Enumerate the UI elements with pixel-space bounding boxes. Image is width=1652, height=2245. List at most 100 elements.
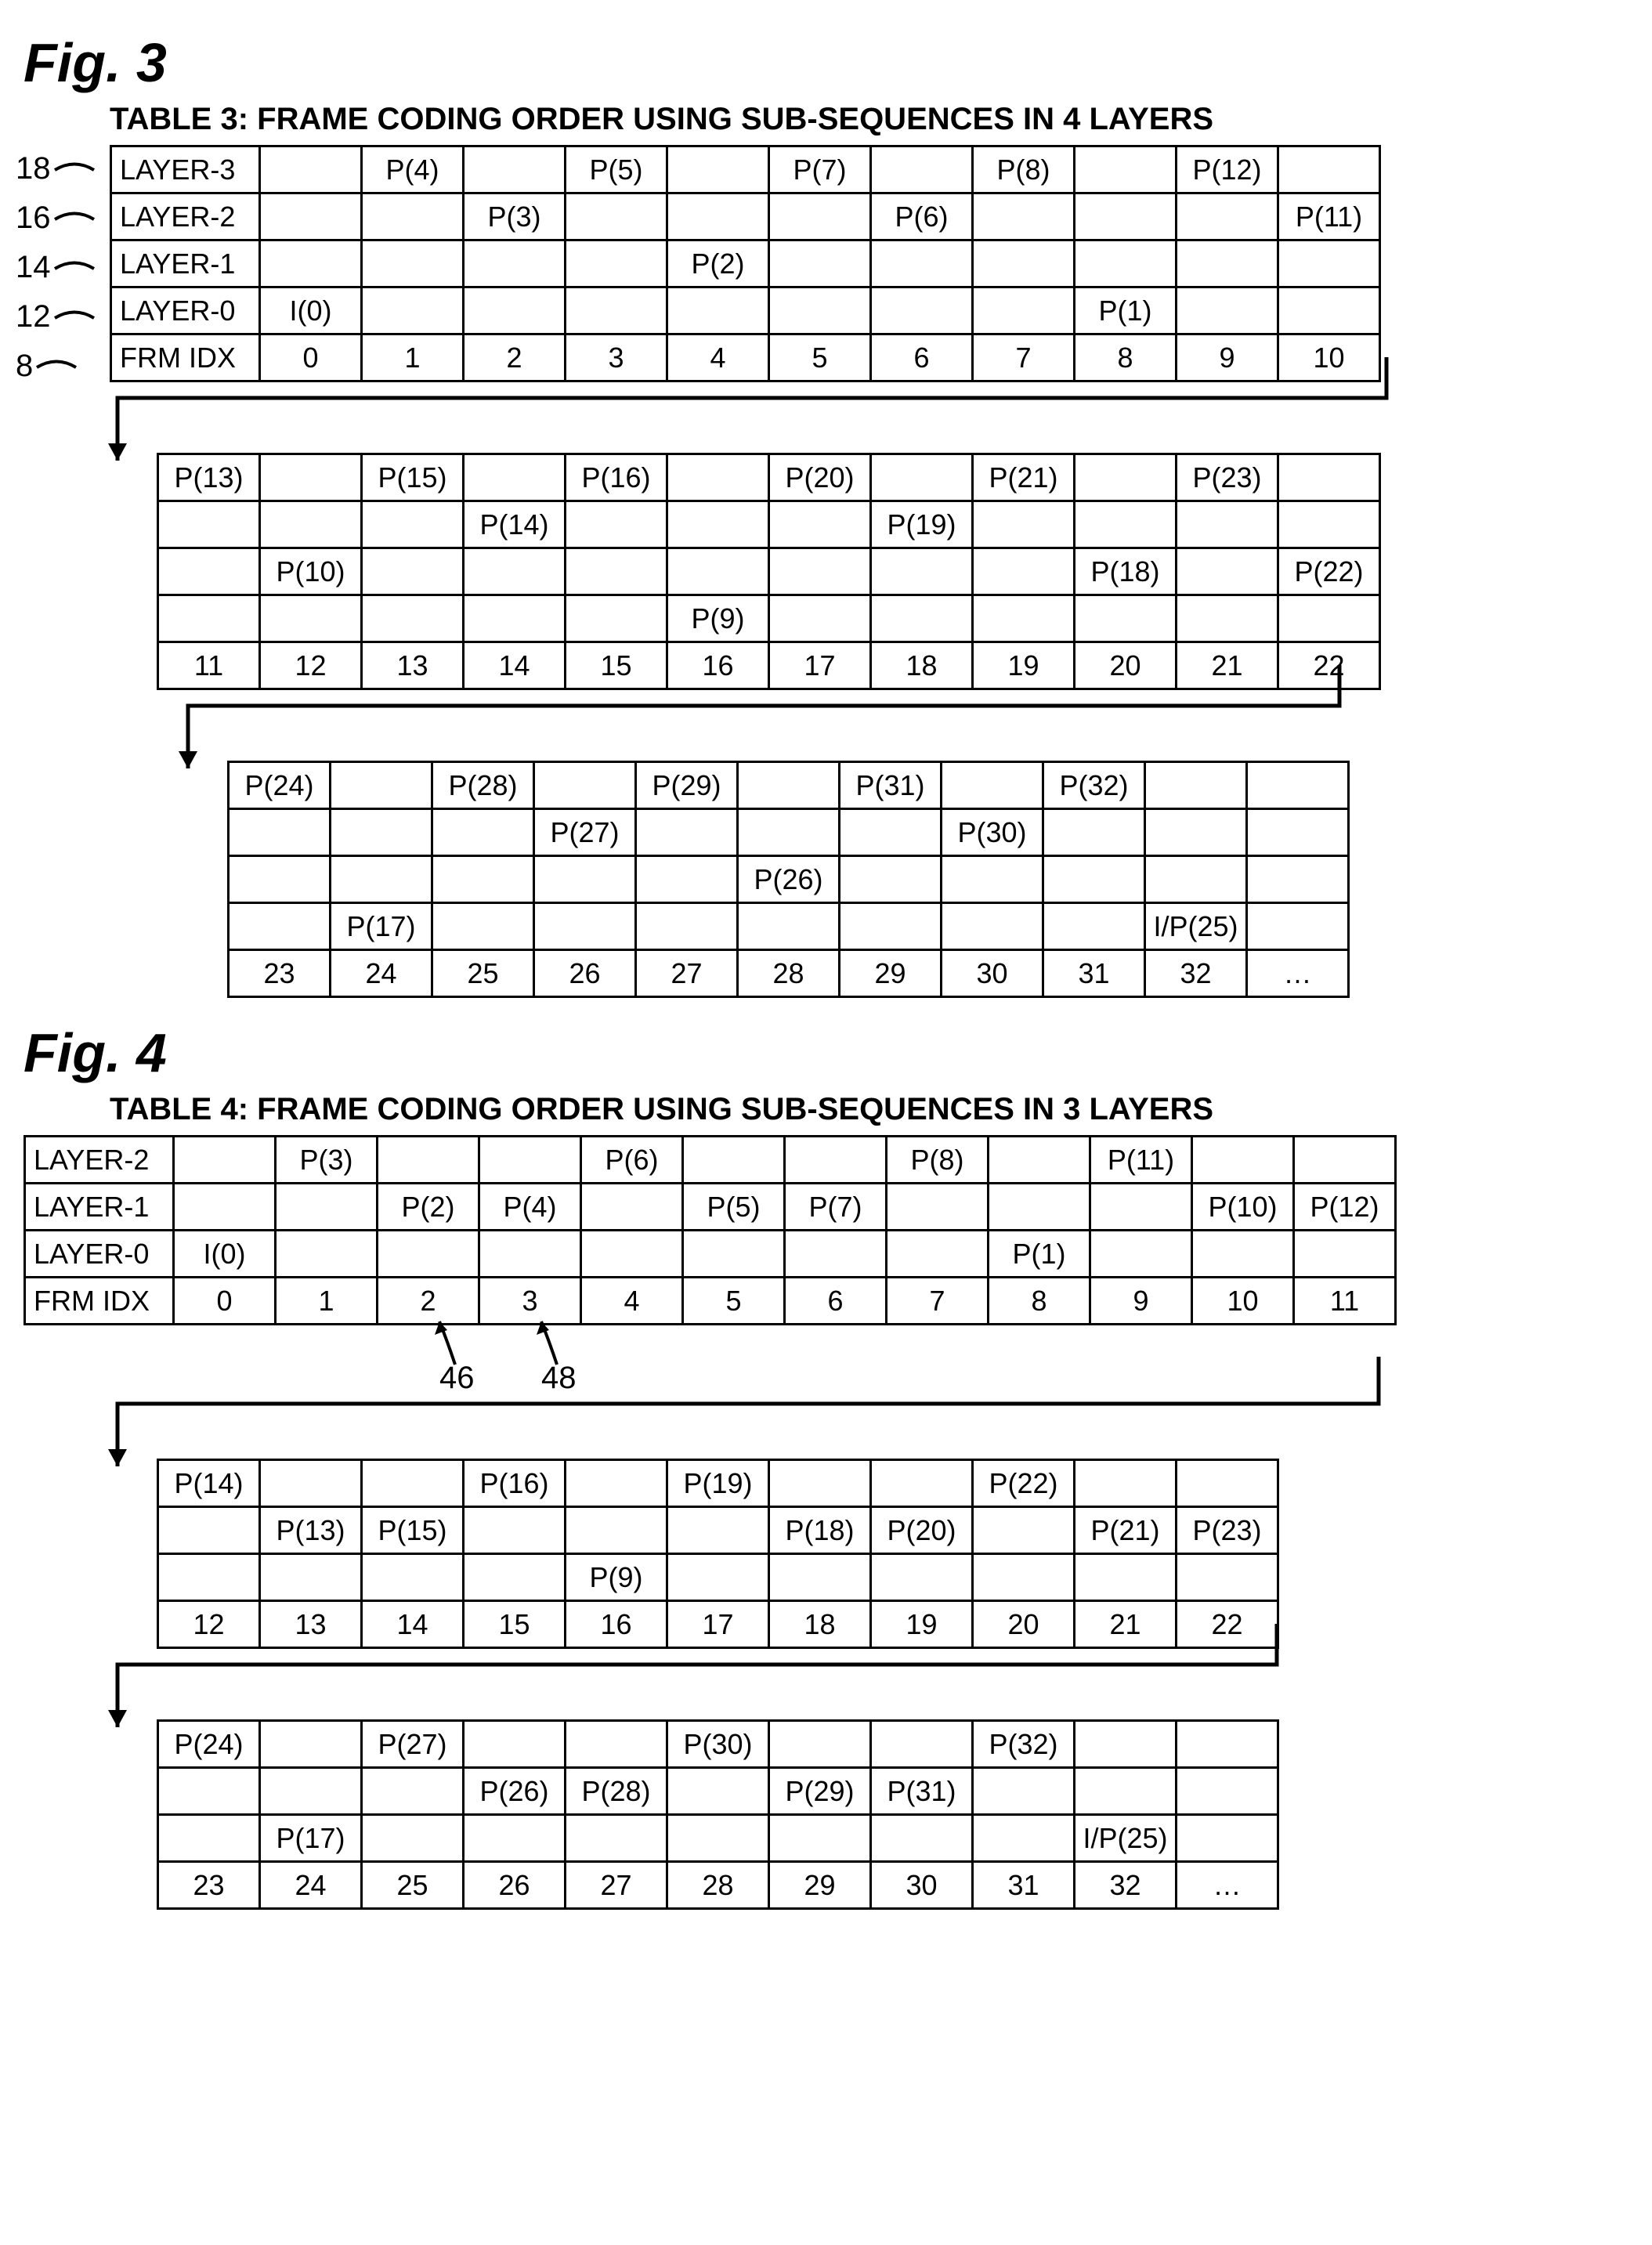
- cell: 0: [174, 1278, 276, 1325]
- cell: P(29): [769, 1768, 871, 1815]
- cell: 26: [464, 1862, 566, 1909]
- cell: [534, 903, 636, 950]
- cell: [566, 193, 667, 240]
- row-header: LAYER-0: [111, 287, 260, 334]
- cell: P(22): [1278, 548, 1380, 595]
- cell: [785, 1137, 887, 1184]
- cell: [158, 595, 260, 642]
- fig4-block-3: P(24)P(27)P(30)P(32)P(26)P(28)P(29)P(31)…: [157, 1719, 1621, 1910]
- cell: 10: [1192, 1278, 1294, 1325]
- cell: [1177, 501, 1278, 548]
- cell: [1043, 856, 1145, 903]
- cell: I/P(25): [1075, 1815, 1177, 1862]
- cell: [973, 548, 1075, 595]
- cell: 8: [989, 1278, 1090, 1325]
- cell: [1177, 1460, 1278, 1507]
- cell: [1075, 1768, 1177, 1815]
- connector-icon: [110, 1412, 1621, 1459]
- cell: 6: [785, 1278, 887, 1325]
- cell: [989, 1184, 1090, 1231]
- cell: [260, 1721, 362, 1768]
- cell: [362, 1815, 464, 1862]
- cell: [158, 1815, 260, 1862]
- row-header: LAYER-0: [25, 1231, 174, 1278]
- cell: [1145, 809, 1247, 856]
- cell: [260, 1554, 362, 1601]
- cell: P(30): [942, 809, 1043, 856]
- connector-icon: [110, 1672, 1621, 1719]
- cell: [667, 454, 769, 501]
- row-header: LAYER-3: [111, 146, 260, 193]
- cell: [581, 1184, 683, 1231]
- cell: [464, 146, 566, 193]
- cell: P(28): [432, 762, 534, 809]
- cell: P(14): [464, 501, 566, 548]
- cell: [276, 1231, 378, 1278]
- cell: [1145, 762, 1247, 809]
- cell: [1090, 1231, 1192, 1278]
- cell: [1247, 762, 1349, 809]
- cell: [479, 1137, 581, 1184]
- cell: [1278, 287, 1380, 334]
- cell: [260, 240, 362, 287]
- cell: P(6): [871, 193, 973, 240]
- cell: [464, 454, 566, 501]
- cell: [887, 1231, 989, 1278]
- cell: P(11): [1090, 1137, 1192, 1184]
- cell: [260, 595, 362, 642]
- cell: P(9): [667, 595, 769, 642]
- cell: 24: [331, 950, 432, 997]
- cell: [1177, 595, 1278, 642]
- ref-number: 18: [16, 151, 98, 186]
- cell: [683, 1137, 785, 1184]
- cell: [432, 809, 534, 856]
- cell: P(5): [566, 146, 667, 193]
- row-header: LAYER-2: [25, 1137, 174, 1184]
- cell: …: [1247, 950, 1349, 997]
- table-3-title: TABLE 3: FRAME CODING ORDER USING SUB-SE…: [110, 102, 1621, 137]
- cell: [667, 1768, 769, 1815]
- cell: [566, 1815, 667, 1862]
- cell: P(24): [158, 1721, 260, 1768]
- cell: 23: [229, 950, 331, 997]
- cell: [362, 595, 464, 642]
- cell: P(20): [769, 454, 871, 501]
- cell: [464, 287, 566, 334]
- cell: [260, 1768, 362, 1815]
- cell: P(2): [378, 1184, 479, 1231]
- cell: P(31): [840, 762, 942, 809]
- cell: [1075, 146, 1177, 193]
- cell: P(23): [1177, 454, 1278, 501]
- cell: [464, 1721, 566, 1768]
- cell: P(17): [260, 1815, 362, 1862]
- cell: P(31): [871, 1768, 973, 1815]
- cell: [769, 595, 871, 642]
- cell: [871, 454, 973, 501]
- cell: 5: [683, 1278, 785, 1325]
- cell: [1075, 1460, 1177, 1507]
- cell: [464, 1815, 566, 1862]
- cell: P(21): [1075, 1507, 1177, 1554]
- cell: [1192, 1137, 1294, 1184]
- cell: [871, 595, 973, 642]
- cell: P(3): [276, 1137, 378, 1184]
- cell: [260, 193, 362, 240]
- cell: 32: [1075, 1862, 1177, 1909]
- cell: P(24): [229, 762, 331, 809]
- cell: P(12): [1177, 146, 1278, 193]
- cell: [1075, 595, 1177, 642]
- cell: [769, 1815, 871, 1862]
- cell: [432, 856, 534, 903]
- cell: [158, 1554, 260, 1601]
- cell: [871, 1721, 973, 1768]
- cell: [158, 548, 260, 595]
- cell: P(27): [534, 809, 636, 856]
- cell: 7: [887, 1278, 989, 1325]
- cell: [1247, 856, 1349, 903]
- cell: P(8): [973, 146, 1075, 193]
- cell: [769, 1554, 871, 1601]
- cell: [331, 856, 432, 903]
- cell: [362, 1460, 464, 1507]
- cell: [260, 1460, 362, 1507]
- cell: [973, 595, 1075, 642]
